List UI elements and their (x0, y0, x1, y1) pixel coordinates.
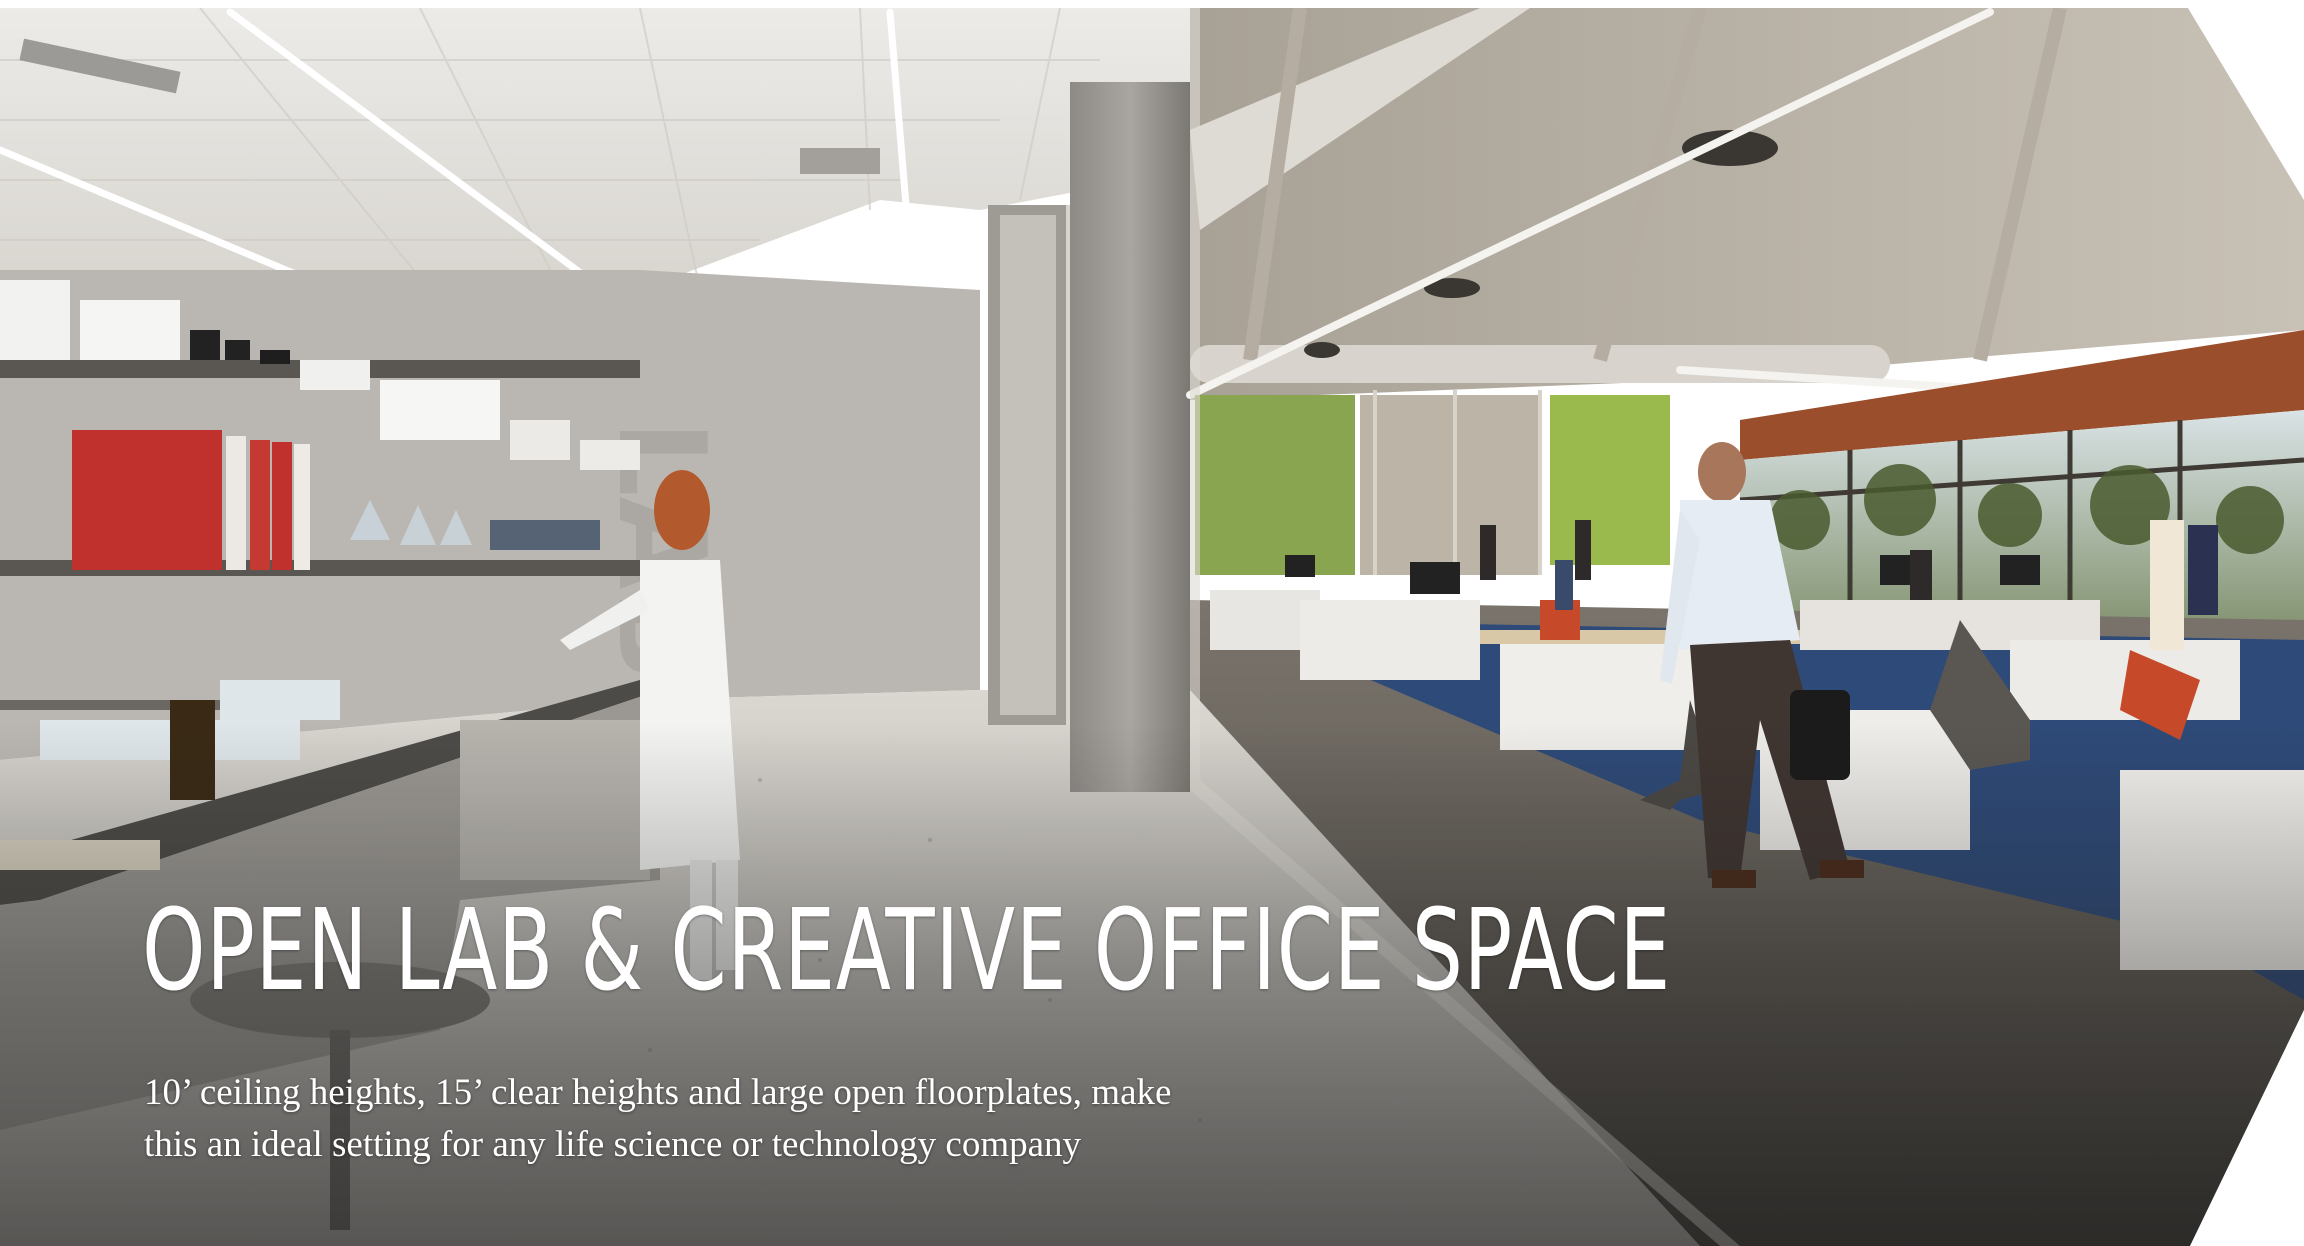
subtitle-text: 10’ ceiling heights, 15’ clear heights a… (144, 1067, 1444, 1171)
green-wall-right (1550, 395, 1670, 565)
rendering-open-lab-office: LAB (0, 0, 2304, 1246)
headline-title: OPEN LAB & CREATIVE OFFICE SPACE (142, 886, 1672, 1016)
hero-banner: LAB OPEN LAB & CREATIVE OFFICE SPACE 10’… (0, 0, 2304, 1246)
subtitle-line-2: this an ideal setting for any life scien… (144, 1124, 1082, 1165)
concrete-column (1070, 82, 1190, 792)
subtitle-line-1: 10’ ceiling heights, 15’ clear heights a… (144, 1072, 1172, 1113)
green-wall-left (1195, 395, 1355, 575)
